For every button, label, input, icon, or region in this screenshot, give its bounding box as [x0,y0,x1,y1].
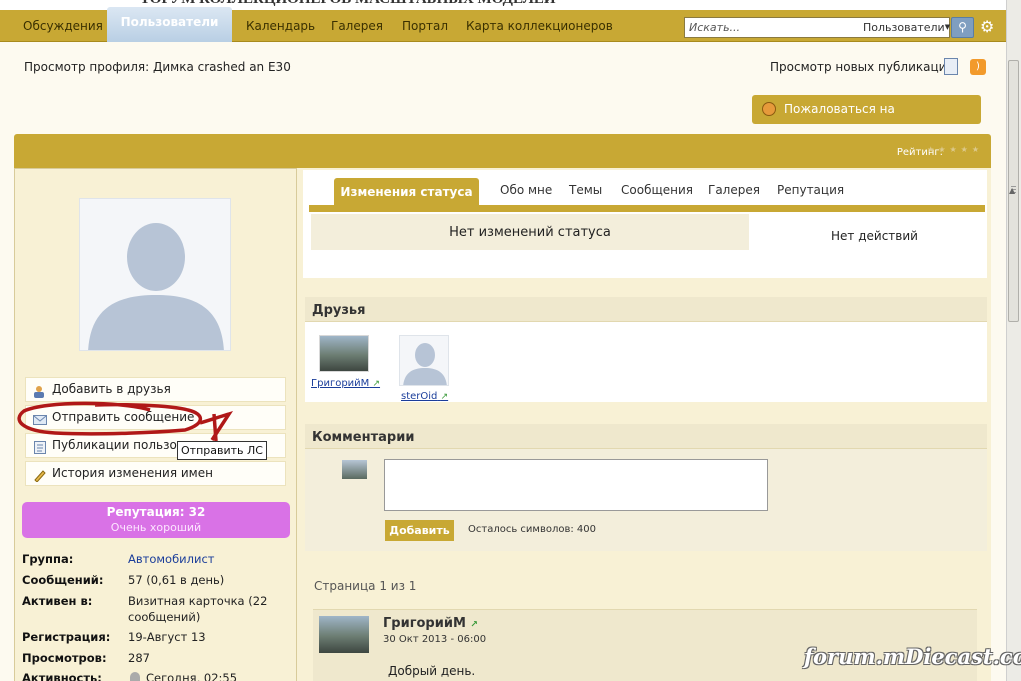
user-icon [762,102,776,116]
add-friend-icon [33,383,47,398]
activity-label: Активность: [22,671,102,681]
friends-header: Друзья [305,297,987,322]
document-icon[interactable] [944,58,958,75]
avatar [79,198,231,351]
gear-icon[interactable]: ⚙ [980,17,998,37]
nav-tab-discussions[interactable]: Обсуждения [23,19,103,33]
post-author-name: ГригорийМ [383,616,466,631]
watermark: forum.mDiecast.com [804,644,1021,669]
friend-name: ГригорийМ [311,378,370,389]
add-comment-button[interactable]: Добавить [385,520,454,541]
document-icon [33,439,47,454]
friend-name-link[interactable]: sterOid ↗ [401,391,448,402]
add-friend-label: Добавить в друзья [52,382,171,396]
message-icon [33,411,47,425]
name-history-label: История изменения имен [52,466,213,480]
post-text: Добрый день. [388,664,476,678]
send-message-button[interactable]: Отправить сообщение [25,405,286,430]
tab-status-updates[interactable]: Изменения статуса [334,178,479,205]
tooltip: Отправить ЛС [177,441,267,460]
nav-tab-users[interactable]: Пользователи [107,7,232,42]
post-author-link[interactable]: ГригорийМ ↗ [383,616,478,631]
activity-text: Сегодня, 02:55 [146,671,238,681]
group-label: Группа: [22,552,74,566]
no-actions-message: Нет действий [831,229,918,243]
search-input[interactable]: Искать... [689,21,740,34]
views-value: 287 [128,651,150,665]
commenter-avatar [342,460,367,479]
tab-topics[interactable]: Темы [569,183,602,197]
nav-tab-gallery[interactable]: Галерея [331,19,383,33]
name-history-button[interactable]: История изменения имен [25,461,286,486]
posts-label: Сообщений: [22,573,104,587]
tab-about-me[interactable]: Обо мне [500,183,552,197]
views-label: Просмотров: [22,651,107,665]
search-button[interactable]: ⚲ [951,17,974,38]
search-scope-select[interactable]: Пользователи▼ [863,21,950,34]
send-message-label: Отправить сообщение [52,410,195,424]
reputation-subtitle: Очень хороший [110,521,202,534]
posts-value: 57 (0,61 в день) [128,573,225,587]
user-posts-label: Публикации пользова [52,438,192,452]
external-link-icon: ↗ [372,379,381,389]
group-value[interactable]: Автомобилист [128,551,215,567]
pagination-text: Страница 1 из 1 [314,579,417,593]
add-friend-button[interactable]: Добавить в друзья [25,377,286,402]
rating-stars[interactable]: ★★★★★ [927,145,983,154]
tab-underline [309,205,985,212]
reputation-badge[interactable]: Репутация: 32 Очень хороший [22,502,290,538]
pencil-icon [33,467,47,483]
comment-textarea[interactable] [384,459,768,511]
rating-bar: Рейтинг: ★★★★★ [14,134,991,168]
no-status-message: Нет изменений статуса [311,214,749,250]
chars-remaining: Осталось символов: 400 [468,524,596,535]
friend-avatar[interactable] [399,335,449,386]
active-in-value[interactable]: Визитная карточка (22 сообщений) [128,593,278,625]
friend-name-link[interactable]: ГригорийМ ↗ [311,378,380,389]
rss-icon[interactable]: ) [970,59,986,75]
breadcrumb: Просмотр профиля: Димка crashed an E30 [24,60,291,74]
external-link-icon: ↗ [440,392,449,402]
view-new-posts-link[interactable]: Просмотр новых публикаций [770,60,954,74]
external-link-icon: ↗ [470,620,478,630]
activity-value: Сегодня, 02:55 [128,670,237,681]
comments-header: Комментарии [305,424,987,449]
active-in-label: Активен в: [22,594,93,608]
nav-tab-portal[interactable]: Портал [402,19,448,33]
registered-value: 19-Август 13 [128,630,206,644]
main-nav: Обсуждения Пользователи Календарь Галере… [0,7,1006,42]
post-date: 30 Окт 2013 - 06:00 [383,634,487,645]
search-scope-value: Пользователи [863,21,945,34]
chevron-up-icon[interactable]: ▲ [1009,186,1015,195]
report-user-button[interactable]: Пожаловаться на пользователя [752,95,981,145]
reputation-title: Репутация: 32 [106,505,206,519]
tab-posts[interactable]: Сообщения [621,183,693,197]
registered-label: Регистрация: [22,630,111,644]
search-box[interactable]: Искать... Пользователи▼ [684,17,950,38]
user-status-icon [130,672,140,681]
chevron-down-icon: ▼ [944,23,951,31]
nav-tab-calendar[interactable]: Календарь [246,19,315,33]
nav-tab-collectors-map[interactable]: Карта коллекционеров [466,19,613,33]
tab-gallery[interactable]: Галерея [708,183,760,197]
friend-avatar[interactable] [319,335,369,372]
search-icon: ⚲ [958,20,967,34]
post-author-avatar[interactable] [319,616,369,653]
page: ТОРУМ КОЛЛЕКЦИОНЕРОВ МАСШТАБНЫХ МОДЕЛЕЙ … [0,0,1021,681]
friend-name: sterOid [401,391,438,402]
tab-reputation[interactable]: Репутация [777,183,844,197]
